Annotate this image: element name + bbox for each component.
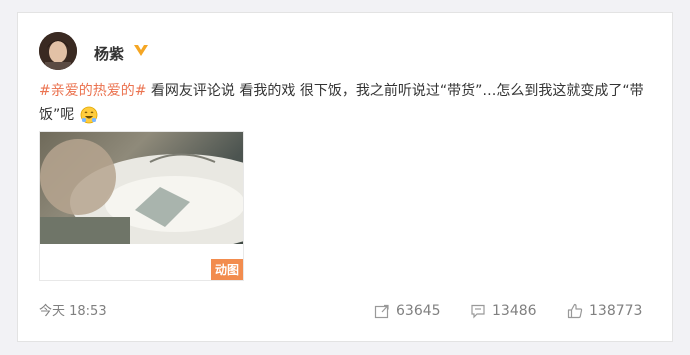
gif-frame <box>40 132 243 250</box>
post-text: #亲爱的热爱的# 看网友评论说 看我的戏 很下饭，我之前听说过“带货”…怎么到我… <box>39 79 659 127</box>
avatar-image <box>39 32 77 70</box>
gif-thumbnail[interactable]: 动图 <box>39 131 244 281</box>
forward-icon <box>374 304 389 319</box>
like-button[interactable]: 138773 <box>567 303 642 319</box>
weibo-post-card: 杨紫 #亲爱的热爱的# 看网友评论说 看我的戏 很下饭，我之前听说过“带货”…怎… <box>17 12 673 342</box>
comment-button[interactable]: 13486 <box>470 303 537 319</box>
avatar[interactable] <box>39 32 77 70</box>
forward-count: 63645 <box>396 303 441 319</box>
comment-icon <box>471 304 485 319</box>
gif-badge: 动图 <box>210 259 243 280</box>
grinning-emoji-icon <box>80 106 98 124</box>
comment-count: 13486 <box>492 303 537 319</box>
verified-badge-icon <box>134 45 148 56</box>
forward-button[interactable]: 63645 <box>374 303 441 319</box>
like-count: 138773 <box>589 303 643 319</box>
username[interactable]: 杨紫 <box>94 43 124 64</box>
hashtag-link[interactable]: #亲爱的热爱的# <box>39 83 146 99</box>
thumbs-up-icon <box>567 303 583 319</box>
post-timestamp[interactable]: 今天 18:53 <box>39 300 107 319</box>
